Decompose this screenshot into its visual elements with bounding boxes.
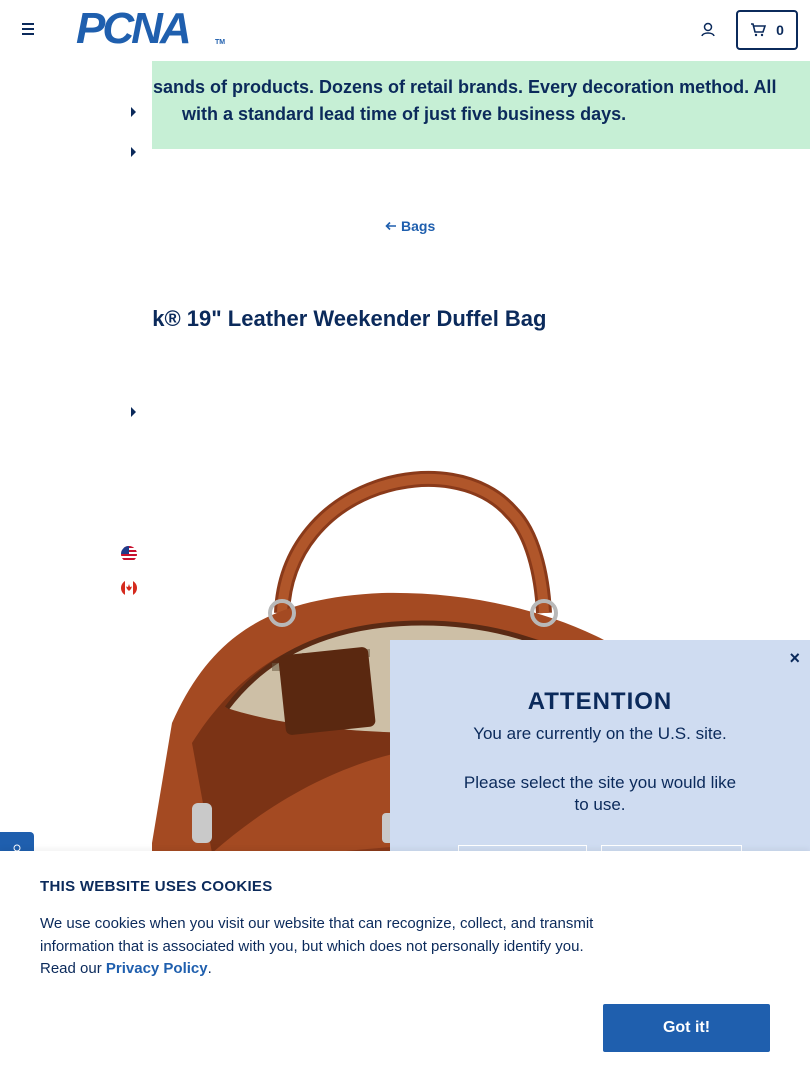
cookie-consent-banner: THIS WEBSITE USES COOKIES We use cookies… (0, 851, 810, 1080)
product-title-text: ck® 19" Leather Weekender Duffel Bag (152, 306, 547, 331)
site-header: PCNA TM 0 (0, 0, 810, 61)
privacy-policy-link[interactable]: Privacy Policy (106, 960, 208, 977)
account-button[interactable] (698, 20, 718, 40)
close-icon[interactable]: × (789, 648, 800, 669)
promo-banner: usands of products. Dozens of retail bra… (142, 61, 810, 149)
arrow-left-icon (385, 221, 396, 231)
expand-caret-icon[interactable] (131, 107, 136, 117)
cart-count: 0 (776, 22, 784, 38)
cookie-banner-period: . (207, 960, 212, 977)
canada-flag-icon[interactable] (121, 580, 137, 596)
cart-icon (751, 23, 767, 37)
current-site-message: You are currently on the U.S. site. (473, 724, 727, 743)
cookie-banner-text: We use cookies when you visit our websit… (40, 913, 610, 981)
menu-button[interactable] (18, 20, 40, 40)
promo-banner-line-2: with a standard lead time of just five b… (182, 104, 627, 124)
back-to-category-link[interactable]: Bags (385, 218, 435, 234)
site-selection-dialog: × ATTENTION You are currently on the U.S… (390, 640, 810, 885)
product-title: ck® 19" Leather Weekender Duffel Bag (152, 306, 810, 338)
hamburger-icon (18, 23, 40, 35)
logo-text: PCNA (76, 4, 192, 53)
pcna-logo[interactable]: PCNA TM (76, 4, 226, 53)
select-site-message: Please select the site you would like to… (463, 773, 737, 814)
page: PCNA TM 0 usands of products. Dozens of … (0, 0, 810, 1080)
back-link-label: Bags (401, 218, 436, 234)
attention-title: ATTENTION (527, 688, 673, 715)
expand-caret-icon[interactable] (131, 407, 136, 417)
cookie-banner-title: THIS WEBSITE USES COOKIES (40, 878, 273, 895)
us-flag-icon[interactable] (121, 546, 137, 562)
expand-caret-icon[interactable] (131, 147, 136, 157)
logo-trademark: TM (215, 39, 226, 46)
user-icon (701, 22, 715, 37)
promo-banner-line-1: usands of products. Dozens of retail bra… (142, 77, 777, 97)
accept-cookies-button[interactable]: Got it! (603, 1004, 770, 1052)
cart-button[interactable]: 0 (736, 10, 798, 50)
